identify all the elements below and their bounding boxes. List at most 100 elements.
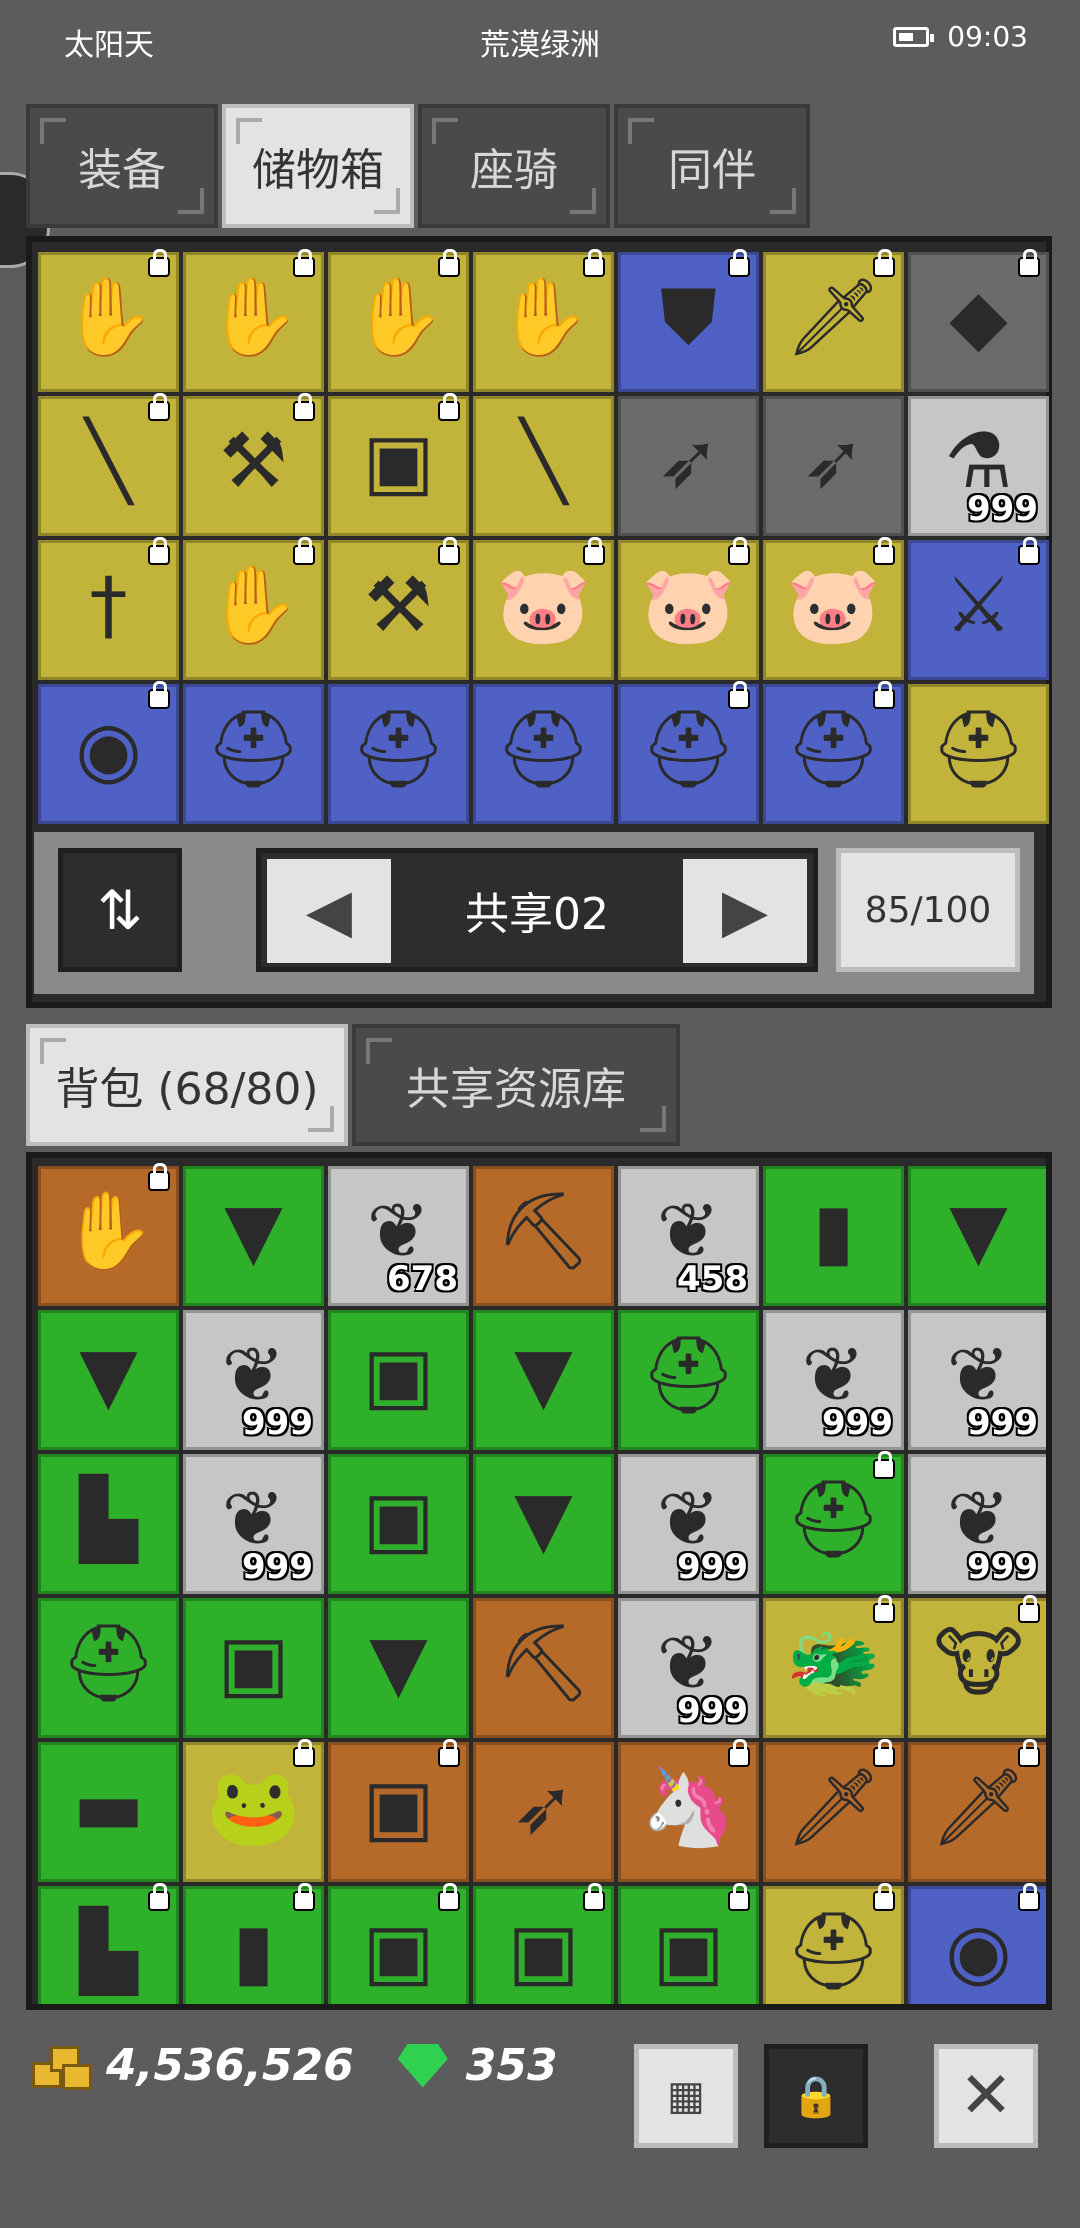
storage-slot[interactable]: ⚒ [183,393,324,536]
backpack-slot[interactable]: 🐸 [183,1739,324,1882]
storage-slot[interactable]: ➶ [618,396,759,536]
tab-equipment[interactable]: 装备 [26,104,218,228]
backpack-slot[interactable]: ▮ [183,1883,324,2004]
backpack-slot[interactable]: ➶ [473,1742,614,1882]
backpack-slot[interactable]: ▣ [328,1883,469,2004]
backpack-slot[interactable]: ▼ [908,1166,1046,1306]
backpack-slot[interactable]: ▼ [183,1166,324,1306]
backpack-slot[interactable]: ▣ [473,1883,614,2004]
item-quantity: 999 [242,1547,313,1587]
backpack-slot[interactable]: ▮ [763,1166,904,1306]
backpack-slot[interactable]: ⛑ [618,1310,759,1450]
backpack-slot[interactable]: 🦄 [618,1739,759,1882]
storage-slot[interactable]: ✋ [38,249,179,392]
storage-slot[interactable]: 🐷 [618,537,759,680]
storage-slot[interactable]: ⛑ [473,684,614,824]
backpack-slot[interactable]: ▣ [618,1883,759,2004]
horned-helmet-icon: ⛑ [785,704,882,793]
backpack-slot[interactable]: 🐮 [908,1595,1046,1738]
storage-slot[interactable]: 🐷 [763,537,904,680]
storage-slot[interactable]: 🐷 [473,537,614,680]
storage-slot[interactable]: ⛑ [328,684,469,824]
tab-storage[interactable]: 储物箱 [222,104,414,228]
backpack-slot[interactable]: ❦ 999 [183,1454,324,1594]
backpack-slot[interactable]: ❦ 999 [618,1454,759,1594]
backpack-slot[interactable]: ⛑ [763,1451,904,1594]
lock-icon [440,1883,458,1909]
backpack-slot[interactable]: ◉ [908,1883,1046,2004]
backpack-slot[interactable]: ▣ [183,1598,324,1738]
backpack-slot[interactable]: ✋ [38,1163,179,1306]
prev-page-button[interactable]: ◀ [267,859,391,963]
storage-slot[interactable]: ➶ [763,396,904,536]
backpack-slot[interactable]: 🗡 [908,1739,1046,1882]
storage-slot[interactable]: ✋ [183,249,324,392]
backpack-slot[interactable]: ⛏ [473,1598,614,1738]
backpack-slot[interactable]: 🗡 [763,1739,904,1882]
tab-companion[interactable]: 同伴 [614,104,810,228]
backpack-slot[interactable]: ▼ [473,1310,614,1450]
storage-slot[interactable]: ⚔ [908,537,1049,680]
storage-slot[interactable]: ╲ [38,393,179,536]
horned-helmet-icon: ⛑ [495,704,592,793]
backpack-slot[interactable]: ❦ 999 [908,1310,1046,1450]
backpack-slot[interactable]: ❦ 458 [618,1166,759,1306]
axe-icon: ⚒ [219,416,288,505]
tab-mount[interactable]: 座骑 [418,104,610,228]
bronze-armor-icon: ▣ [362,1330,435,1419]
red-spear-icon: ╲ [85,416,132,505]
storage-slot[interactable]: ⚗ 999 [908,396,1049,536]
backpack-slot[interactable]: ▬ [38,1742,179,1882]
lock-button[interactable]: 🔒 [764,2044,868,2148]
backpack-slot[interactable]: ⛏ [473,1166,614,1306]
backpack-slot[interactable]: ▣ [328,1310,469,1450]
backpack-slot[interactable]: ▙ [38,1454,179,1594]
storage-slot[interactable]: 🗡 [763,249,904,392]
backpack-slot[interactable]: ❦ 999 [908,1454,1046,1594]
crossbow-icon: ➶ [656,416,721,505]
next-page-button[interactable]: ▶ [683,859,807,963]
storage-slot[interactable]: ⛊ [618,249,759,392]
storage-slot[interactable]: ▣ [328,393,469,536]
storage-slot[interactable]: ⚒ [328,537,469,680]
backpack-slot[interactable]: ▣ [328,1454,469,1594]
backpack-slot[interactable]: ❦ 678 [328,1166,469,1306]
horned-helmet-icon: ⛑ [640,704,737,793]
storage-slot[interactable]: ✋ [473,249,614,392]
storage-slot[interactable]: ✋ [183,537,324,680]
storage-slot[interactable]: ╲ [473,396,614,536]
storage-slot[interactable]: ⛑ [763,681,904,824]
transfer-button[interactable]: ⇅ [58,848,182,972]
tab-shared-resources[interactable]: 共享资源库 [352,1024,680,1146]
backpack-slot[interactable]: ▼ [328,1598,469,1738]
clock: 09:03 [947,20,1028,53]
gem-amount: 353 [465,2040,558,2091]
sort-grid-button[interactable]: ▦ [634,2044,738,2148]
backpack-slot[interactable]: ❦ 999 [763,1310,904,1450]
tab-backpack[interactable]: 背包 (68/80) [26,1024,348,1146]
storage-slot[interactable]: † [38,537,179,680]
storage-slot[interactable]: ⛑ [908,684,1049,824]
backpack-slot[interactable]: ▼ [38,1310,179,1450]
close-button[interactable]: ✕ [934,2044,1038,2148]
backpack-slot[interactable]: ❦ 999 [618,1598,759,1738]
storage-slot[interactable]: ⛑ [618,681,759,824]
backpack-slot[interactable]: ⛑ [38,1598,179,1738]
backpack-slot[interactable]: ▣ [328,1739,469,1882]
lock-icon [440,1739,458,1765]
lock-icon [150,249,168,275]
lock-icon [875,537,893,563]
backpack-slot[interactable]: ▼ [473,1454,614,1594]
backpack-slot[interactable]: ❦ 999 [183,1310,324,1450]
backpack-slot[interactable]: ▙ [38,1883,179,2004]
lock-icon [730,537,748,563]
left-arrow-icon: ◀ [305,876,353,946]
boots-icon: ▙ [79,1906,138,1995]
backpack-slot[interactable]: 🐲 [763,1595,904,1738]
backpack-slot[interactable]: ⛑ [763,1883,904,2004]
shield-icon: ⛊ [660,272,717,361]
storage-slot[interactable]: ⛑ [183,684,324,824]
storage-slot[interactable]: ✋ [328,249,469,392]
storage-slot[interactable]: ◆ [908,249,1049,392]
storage-slot[interactable]: ◉ [38,681,179,824]
